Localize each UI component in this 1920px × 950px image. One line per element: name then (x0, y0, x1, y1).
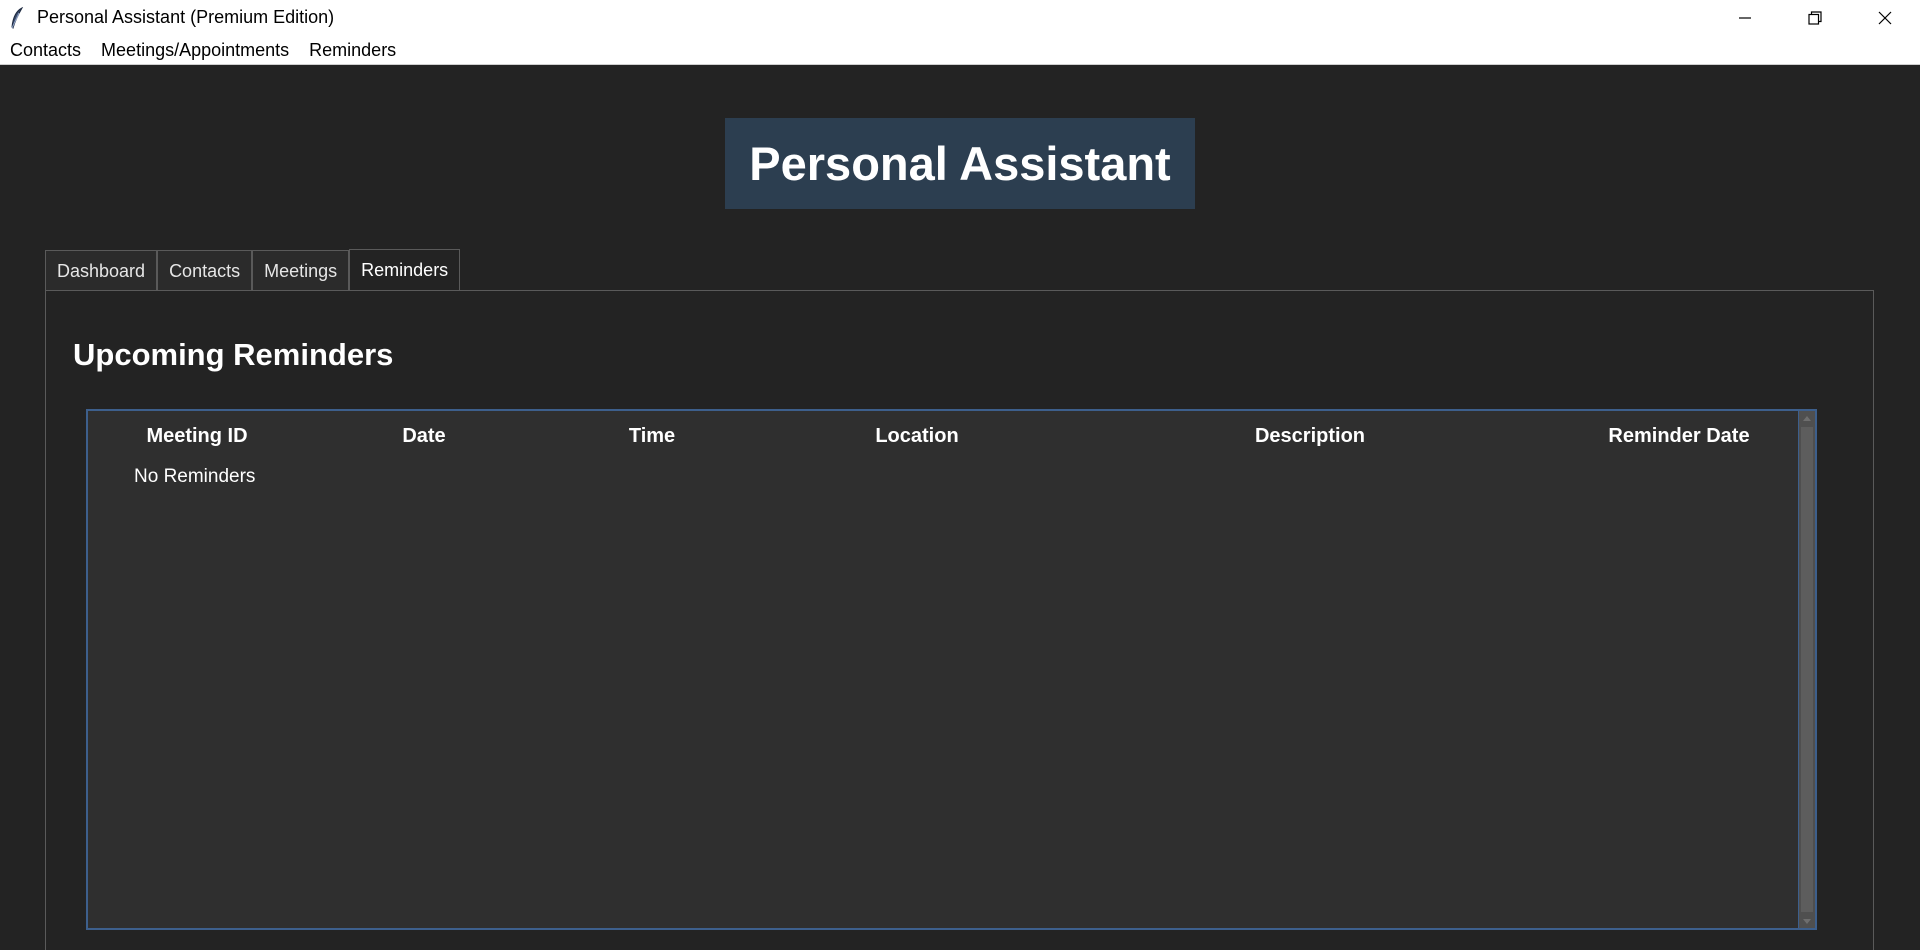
column-header-reminder-date[interactable]: Reminder Date (1608, 425, 1749, 448)
column-header-time[interactable]: Time (629, 425, 675, 448)
scroll-down-icon[interactable] (1799, 914, 1815, 928)
window-title: Personal Assistant (Premium Edition) (37, 7, 335, 27)
close-icon (1878, 11, 1892, 24)
scroll-up-icon[interactable] (1799, 411, 1815, 425)
column-header-meeting-id[interactable]: Meeting ID (146, 425, 247, 448)
restore-icon (1808, 10, 1822, 25)
column-header-location[interactable]: Location (875, 425, 958, 448)
minimize-button[interactable] (1710, 0, 1780, 35)
menu-bar: Contacts Meetings/Appointments Reminders (0, 35, 1920, 65)
table-row[interactable]: No Reminders (134, 466, 255, 488)
feather-icon (6, 6, 28, 29)
menu-reminders[interactable]: Reminders (299, 35, 406, 65)
title-bar: Personal Assistant (Premium Edition) (0, 0, 1920, 35)
table-header: Meeting ID Date Time Location Descriptio… (88, 411, 1815, 461)
minimize-icon (1739, 16, 1751, 19)
vertical-scrollbar[interactable] (1798, 411, 1815, 928)
section-heading: Upcoming Reminders (73, 337, 394, 372)
banner-title: Personal Assistant (749, 137, 1171, 190)
column-header-description[interactable]: Description (1255, 425, 1365, 448)
tab-dashboard[interactable]: Dashboard (45, 250, 158, 291)
tab-meetings[interactable]: Meetings (252, 250, 350, 291)
tab-reminders[interactable]: Reminders (349, 249, 461, 291)
menu-meetings-appointments[interactable]: Meetings/Appointments (91, 35, 299, 65)
menu-contacts[interactable]: Contacts (0, 35, 91, 65)
app-banner: Personal Assistant (725, 118, 1195, 209)
tab-contacts[interactable]: Contacts (157, 250, 253, 291)
tab-bar: Dashboard Contacts Meetings Reminders (45, 249, 461, 291)
column-header-date[interactable]: Date (402, 425, 445, 448)
close-button[interactable] (1850, 0, 1920, 35)
scrollbar-thumb[interactable] (1801, 427, 1813, 912)
restore-button[interactable] (1780, 0, 1850, 35)
reminders-table[interactable]: Meeting ID Date Time Location Descriptio… (86, 409, 1817, 930)
